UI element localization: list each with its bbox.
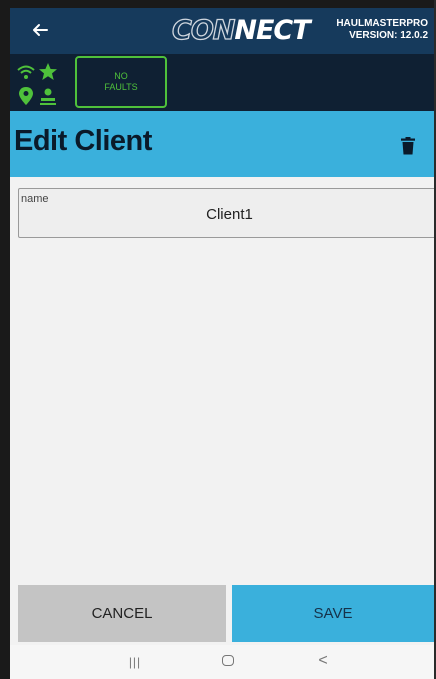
trash-icon	[401, 137, 415, 155]
app-header: CONNECT HAULMASTERPRO VERSION: 12.0.2	[10, 8, 434, 54]
device-frame: CONNECT HAULMASTERPRO VERSION: 12.0.2 NO…	[0, 0, 436, 679]
cancel-button[interactable]: CANCEL	[18, 585, 226, 642]
system-back-button[interactable]: <	[315, 651, 331, 671]
connect-logo: CONNECT	[171, 14, 310, 46]
user-icon	[40, 88, 56, 105]
device-bezel-top	[0, 0, 436, 8]
name-field[interactable]: name Client1	[18, 188, 434, 238]
star-icon	[39, 63, 57, 80]
name-field-label: name	[21, 193, 49, 205]
save-button[interactable]: SAVE	[232, 585, 434, 642]
version-info: HAULMASTERPRO VERSION: 12.0.2	[318, 18, 428, 42]
faults-line-2: FAULTS	[104, 82, 138, 92]
home-button[interactable]	[222, 655, 234, 666]
arrow-left-icon	[33, 24, 48, 36]
location-pin-icon	[19, 87, 33, 105]
status-bar: NO FAULTS	[10, 54, 434, 117]
system-nav-bar: ||| <	[10, 645, 434, 679]
title-bar: Edit Client	[10, 111, 434, 177]
version-text: VERSION: 12.0.2	[349, 30, 428, 41]
recents-button[interactable]: |||	[123, 653, 147, 671]
faults-indicator[interactable]: NO FAULTS	[75, 56, 167, 108]
device-bezel-left	[0, 0, 10, 679]
status-icons	[16, 62, 66, 112]
app-screen: CONNECT HAULMASTERPRO VERSION: 12.0.2 NO…	[10, 8, 434, 679]
product-name: HAULMASTERPRO	[336, 18, 428, 29]
page-title: Edit Client	[14, 125, 152, 157]
back-button[interactable]	[28, 18, 52, 42]
wifi-icon	[17, 65, 35, 79]
delete-button[interactable]	[400, 137, 416, 155]
faults-line-1: NO	[114, 71, 128, 81]
name-field-value[interactable]: Client1	[19, 206, 434, 223]
